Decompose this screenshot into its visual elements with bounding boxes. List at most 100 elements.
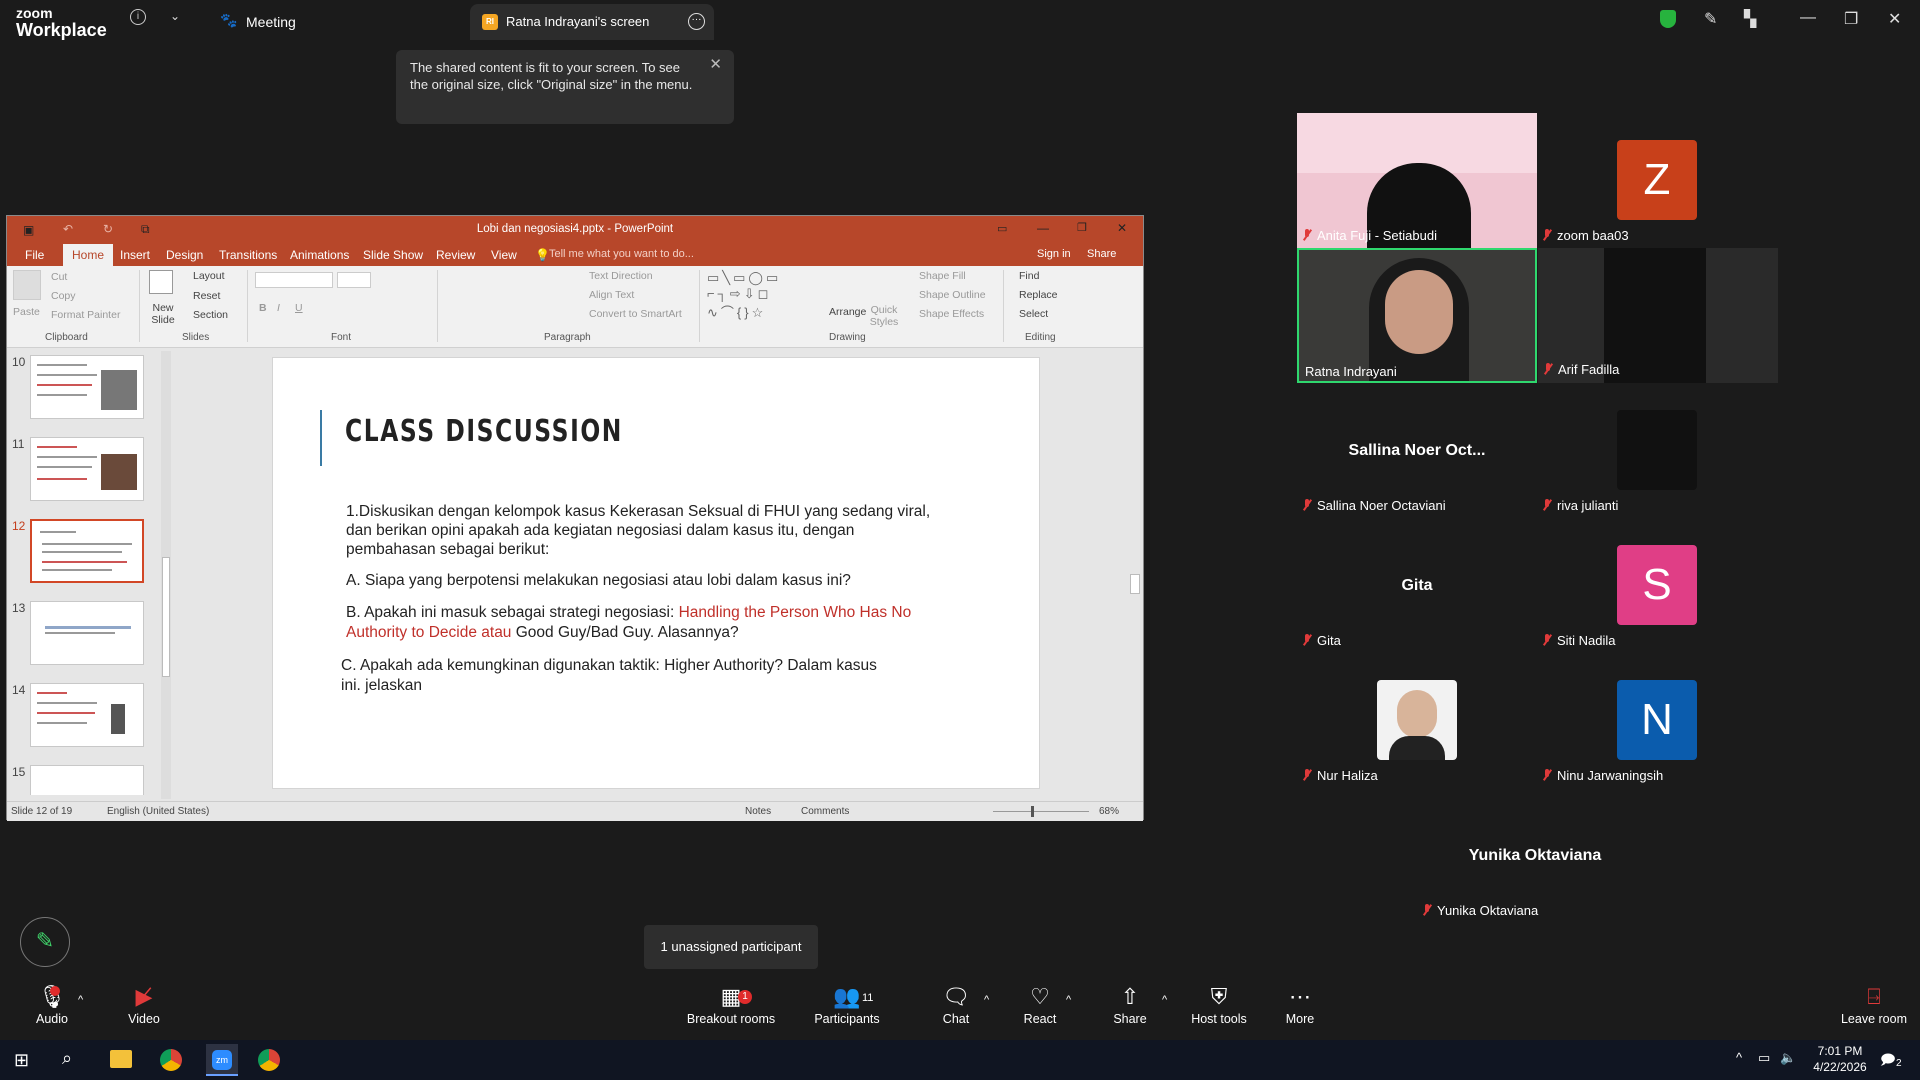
leave-room-button[interactable]: ⍈ Leave room xyxy=(1836,982,1912,1026)
search-icon[interactable]: ⌕ xyxy=(62,1048,72,1069)
participant-name: Anita Fuji - Setiabudi xyxy=(1303,228,1437,243)
bold-icon[interactable]: B xyxy=(259,302,267,314)
convert-smartart-button[interactable]: Convert to SmartArt xyxy=(589,308,682,320)
tab-animations[interactable]: Animations xyxy=(290,248,349,262)
slide-thumbnail-11[interactable] xyxy=(30,437,144,501)
new-slide-button[interactable]: New Slide xyxy=(147,302,179,326)
slide-vertical-scrollbar[interactable] xyxy=(1127,349,1143,801)
video-button[interactable]: ▶̸ Video xyxy=(124,982,164,1026)
unassigned-participant-toast[interactable]: 1 unassigned participant xyxy=(644,925,818,969)
video-tile-anita[interactable]: Anita Fuji - Setiabudi xyxy=(1297,113,1537,248)
chrome-icon[interactable] xyxy=(160,1049,182,1071)
ribbon-display-icon[interactable]: ▭ xyxy=(997,222,1007,235)
tooltip-close-icon[interactable]: ✕ xyxy=(709,56,722,73)
tab-slide-show[interactable]: Slide Show xyxy=(363,248,423,262)
italic-icon[interactable]: I xyxy=(277,302,280,314)
shape-fill-button[interactable]: Shape Fill xyxy=(919,270,966,282)
avatar-initial: Z xyxy=(1617,140,1697,220)
more-button[interactable]: ⋯ More xyxy=(1280,982,1320,1026)
participants-button[interactable]: 👥 Participants xyxy=(812,982,882,1026)
tab-design[interactable]: Design xyxy=(166,248,203,262)
share-button[interactable]: Share xyxy=(1087,248,1116,260)
restore-icon[interactable]: ❐ xyxy=(1844,9,1858,29)
share-screen-button[interactable]: ⇧ Share xyxy=(1110,982,1150,1026)
zoom-slider[interactable] xyxy=(993,806,1089,817)
tab-view[interactable]: View xyxy=(491,248,517,262)
notes-button[interactable]: Notes xyxy=(745,806,771,817)
tab-file[interactable]: File xyxy=(25,248,44,262)
notifications-icon[interactable]: 🗩 xyxy=(1880,1049,1896,1073)
paste-button[interactable]: Paste xyxy=(13,306,40,318)
replace-button[interactable]: Replace xyxy=(1019,289,1058,301)
align-text-button[interactable]: Align Text xyxy=(589,289,634,301)
slide-thumbnail-14[interactable] xyxy=(30,683,144,747)
share-options-chevron-icon[interactable]: ^ xyxy=(1162,994,1167,1006)
reset-button[interactable]: Reset xyxy=(193,290,220,302)
ppt-restore-icon[interactable]: ❐ xyxy=(1077,221,1087,234)
file-explorer-icon[interactable] xyxy=(110,1050,132,1068)
tab-transitions[interactable]: Transitions xyxy=(219,248,277,262)
cut-button[interactable]: Cut xyxy=(51,271,67,283)
zoom-level[interactable]: 68% xyxy=(1099,806,1119,817)
close-icon[interactable]: ✕ xyxy=(1888,9,1901,29)
tell-me-input[interactable]: Tell me what you want to do... xyxy=(549,248,694,260)
chat-button[interactable]: 🗨 Chat xyxy=(936,982,976,1026)
arrange-button[interactable]: Arrange xyxy=(829,306,866,318)
shape-effects-button[interactable]: Shape Effects xyxy=(919,308,984,320)
zoom-taskbar-icon[interactable]: zm xyxy=(206,1044,238,1076)
new-slide-icon[interactable] xyxy=(149,270,173,294)
more-options-icon[interactable]: ··· xyxy=(688,13,705,30)
tab-insert[interactable]: Insert xyxy=(120,248,150,262)
windows-start-icon[interactable]: ⊞ xyxy=(14,1050,29,1071)
clock-time[interactable]: 7:01 PM xyxy=(1808,1044,1872,1058)
screen-share-tab[interactable]: RI Ratna Indrayani's screen ··· xyxy=(470,4,714,40)
chat-options-chevron-icon[interactable]: ^ xyxy=(984,994,989,1006)
minimize-icon[interactable]: — xyxy=(1800,9,1816,27)
clock-date[interactable]: 4/22/2026 xyxy=(1808,1060,1872,1074)
select-button[interactable]: Select xyxy=(1019,308,1048,320)
layout-button[interactable]: Layout xyxy=(193,270,225,282)
copy-button[interactable]: Copy xyxy=(51,290,76,302)
host-tools-button[interactable]: ⛨ Host tools xyxy=(1188,982,1250,1026)
annotate-pen-icon[interactable]: ✎ xyxy=(20,917,70,967)
thumbs-scrollbar[interactable] xyxy=(161,351,171,799)
language-status[interactable]: English (United States) xyxy=(107,806,209,817)
view-layout-icon[interactable]: ▚ xyxy=(1744,9,1756,29)
section-button[interactable]: Section xyxy=(193,309,228,321)
tray-chevron-icon[interactable]: ^ xyxy=(1736,1050,1742,1065)
ppt-close-icon[interactable]: ✕ xyxy=(1117,221,1127,235)
current-slide[interactable]: CLASS DISCUSSION 1.Diskusikan dengan kel… xyxy=(272,357,1040,789)
shapes-gallery[interactable]: ▭╲▭◯▭ ⌐┐⇨⇩◻ ∿⌒{}☆ xyxy=(707,270,817,320)
chrome-icon[interactable] xyxy=(258,1049,280,1071)
signin-link[interactable]: Sign in xyxy=(1037,248,1071,260)
react-options-chevron-icon[interactable]: ^ xyxy=(1066,994,1071,1006)
tab-home[interactable]: Home xyxy=(63,244,113,266)
tab-review[interactable]: Review xyxy=(436,248,475,262)
find-button[interactable]: Find xyxy=(1019,270,1039,282)
comments-button[interactable]: Comments xyxy=(801,806,849,817)
paste-icon[interactable] xyxy=(13,270,41,300)
meeting-label[interactable]: Meeting xyxy=(246,14,296,30)
font-name-field[interactable] xyxy=(255,272,333,288)
font-size-field[interactable] xyxy=(337,272,371,288)
slide-thumbnail-15[interactable] xyxy=(30,765,144,795)
pen-icon[interactable]: ✎ xyxy=(1704,9,1717,29)
ppt-minimize-icon[interactable]: — xyxy=(1037,221,1049,235)
video-tile-arif[interactable]: Arif Fadilla xyxy=(1538,248,1778,383)
text-direction-button[interactable]: Text Direction xyxy=(589,270,653,282)
slide-thumbnail-13[interactable] xyxy=(30,601,144,665)
volume-icon[interactable]: 🔈 xyxy=(1780,1050,1796,1066)
underline-icon[interactable]: U xyxy=(295,302,303,314)
video-tile-ratna-active-speaker[interactable]: Ratna Indrayani xyxy=(1297,248,1537,383)
chevron-down-icon[interactable]: ⌄ xyxy=(170,9,180,23)
network-icon[interactable]: ▭ xyxy=(1758,1050,1770,1066)
slide-thumbnail-12[interactable] xyxy=(30,519,144,583)
react-button[interactable]: ♡ React xyxy=(1020,982,1060,1026)
info-icon[interactable]: i xyxy=(130,9,146,25)
slide-thumbnail-10[interactable] xyxy=(30,355,144,419)
quick-styles-button[interactable]: Quick Styles xyxy=(869,304,899,328)
breakout-rooms-button[interactable]: ▦ Breakout rooms xyxy=(686,982,776,1026)
shape-outline-button[interactable]: Shape Outline xyxy=(919,289,986,301)
format-painter-button[interactable]: Format Painter xyxy=(51,309,120,321)
audio-options-chevron-icon[interactable]: ^ xyxy=(78,994,83,1006)
